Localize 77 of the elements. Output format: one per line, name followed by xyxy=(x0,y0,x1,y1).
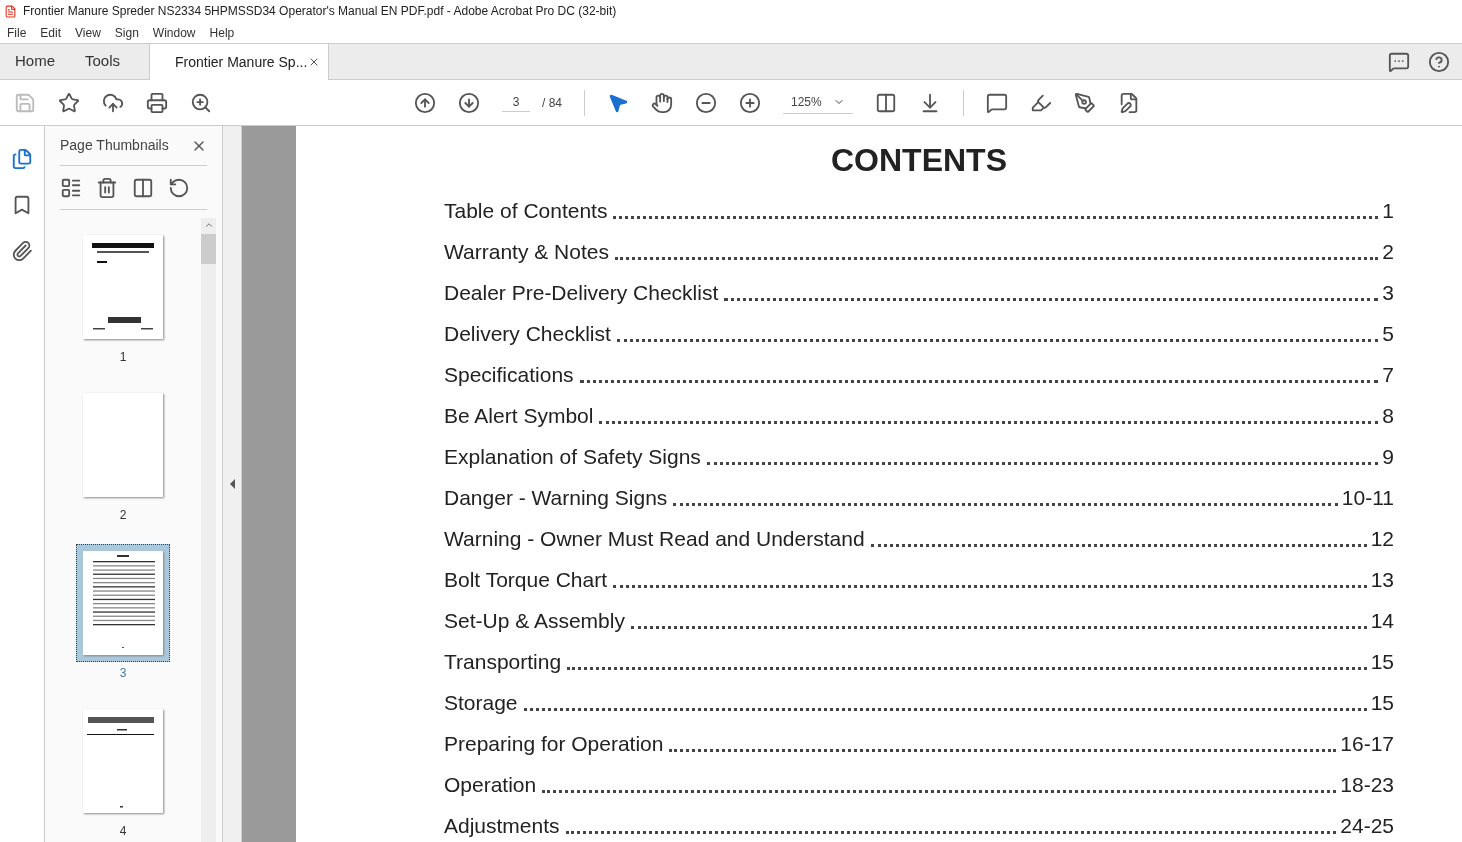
page-reference: 15 xyxy=(1369,690,1394,715)
page-reference: 15 xyxy=(1369,649,1394,674)
contents-entry: Bolt Torque Chart xyxy=(444,567,609,592)
menu-item[interactable]: Edit xyxy=(40,23,62,42)
cloud-upload-icon[interactable] xyxy=(102,91,124,114)
comment-icon[interactable] xyxy=(986,91,1008,114)
print-icon[interactable] xyxy=(146,91,168,114)
contents-entry: Storage xyxy=(444,690,519,715)
contents-heading: CONTENTS xyxy=(830,141,1008,180)
menu-item[interactable]: File xyxy=(7,23,27,42)
contents-entry: Warranty & Notes xyxy=(444,239,610,264)
collapse-handle[interactable] xyxy=(229,479,235,489)
page-reference: 18-23 xyxy=(1339,772,1394,797)
menu-item[interactable]: View xyxy=(75,23,101,42)
page-reference: 8 xyxy=(1381,403,1394,428)
page-number-label: 4 xyxy=(119,823,127,840)
contents-entry: Danger - Warning Signs xyxy=(444,485,669,510)
page-reference: 12 xyxy=(1369,526,1394,551)
page-reference: 3 xyxy=(1381,280,1394,305)
nav-tab[interactable]: Tools xyxy=(70,44,136,79)
zoom-out-icon[interactable] xyxy=(695,91,717,114)
contents-entry: Preparing for Operation xyxy=(444,731,665,756)
page-number-label: 3 xyxy=(119,665,127,682)
previous-page-icon[interactable] xyxy=(414,91,436,114)
scroll-up-icon[interactable] xyxy=(203,220,214,230)
star-icon[interactable] xyxy=(58,91,80,114)
window-title: Frontier Manure Spreder NS2334 5HPMSSD34 Operator's Manual EN PDF.pdf - Adobe Acrobat Pro DC (32-bit) xyxy=(23,3,617,20)
edit-document-icon[interactable] xyxy=(1118,91,1140,114)
contents-entry: Be Alert Symbol xyxy=(444,403,595,428)
page-thumbnail[interactable] xyxy=(76,544,170,662)
rotate-icon[interactable] xyxy=(168,176,190,199)
paperclip-icon[interactable] xyxy=(11,240,33,262)
page-reference: 13 xyxy=(1369,567,1394,592)
page-layout-icon[interactable] xyxy=(875,91,897,114)
pen-icon[interactable] xyxy=(1074,91,1096,114)
page-reference: 16-17 xyxy=(1339,731,1394,756)
scrollbar-thumb[interactable] xyxy=(201,234,216,264)
scrollbar[interactable] xyxy=(201,218,216,842)
panel-title: Page Thumbnails xyxy=(60,136,169,155)
zoom-in-icon[interactable] xyxy=(739,91,761,114)
pages-icon[interactable] xyxy=(11,148,33,170)
page-total: / 84 xyxy=(542,94,562,112)
page-number-field[interactable]: 3 xyxy=(502,93,530,112)
contents-entry: Set-Up & Assembly xyxy=(444,608,626,633)
page-number-label: 2 xyxy=(119,507,127,524)
page-reference: 7 xyxy=(1381,362,1394,387)
contents-entry: Warning - Owner Must Read and Understand xyxy=(444,526,866,551)
search-icon[interactable] xyxy=(190,91,212,114)
hand-icon[interactable] xyxy=(651,91,673,114)
document-tab[interactable]: Frontier Manure Sp... xyxy=(149,44,330,80)
pdf-file-icon xyxy=(4,4,17,18)
trash-icon[interactable] xyxy=(96,176,118,199)
contents-entry: Table of Contents xyxy=(444,198,609,223)
page-number-label: 1 xyxy=(119,349,127,366)
comment-icon[interactable] xyxy=(1388,50,1410,73)
page-reference: 2 xyxy=(1381,239,1394,264)
contents-entry: Delivery Checklist xyxy=(444,321,612,346)
menu-item[interactable]: Sign xyxy=(114,23,139,42)
menu-item[interactable]: Help xyxy=(209,23,235,42)
page-reference: 14 xyxy=(1369,608,1394,633)
contents-entry: Specifications xyxy=(444,362,575,387)
page-reference: 10-11 xyxy=(1340,485,1394,510)
menu-item[interactable]: Window xyxy=(152,23,196,42)
contents-entry: Dealer Pre-Delivery Checklist xyxy=(444,280,720,305)
contents-entry: Explanation of Safety Signs xyxy=(444,444,702,469)
options-icon[interactable] xyxy=(60,176,82,199)
page-reference: 9 xyxy=(1381,444,1394,469)
zoom-dropdown[interactable]: 125% xyxy=(783,91,853,114)
contents-entry: Adjustments xyxy=(444,813,561,838)
page-reference: 1 xyxy=(1381,198,1394,223)
page-reference: 24-25 xyxy=(1339,813,1394,838)
contents-entry: Transporting xyxy=(444,649,563,674)
contents-entry: Operation xyxy=(444,772,538,797)
page-reference: 5 xyxy=(1381,321,1394,346)
help-icon[interactable] xyxy=(1428,50,1450,73)
next-page-icon[interactable] xyxy=(458,91,480,114)
nav-tab[interactable]: Home xyxy=(0,44,70,79)
